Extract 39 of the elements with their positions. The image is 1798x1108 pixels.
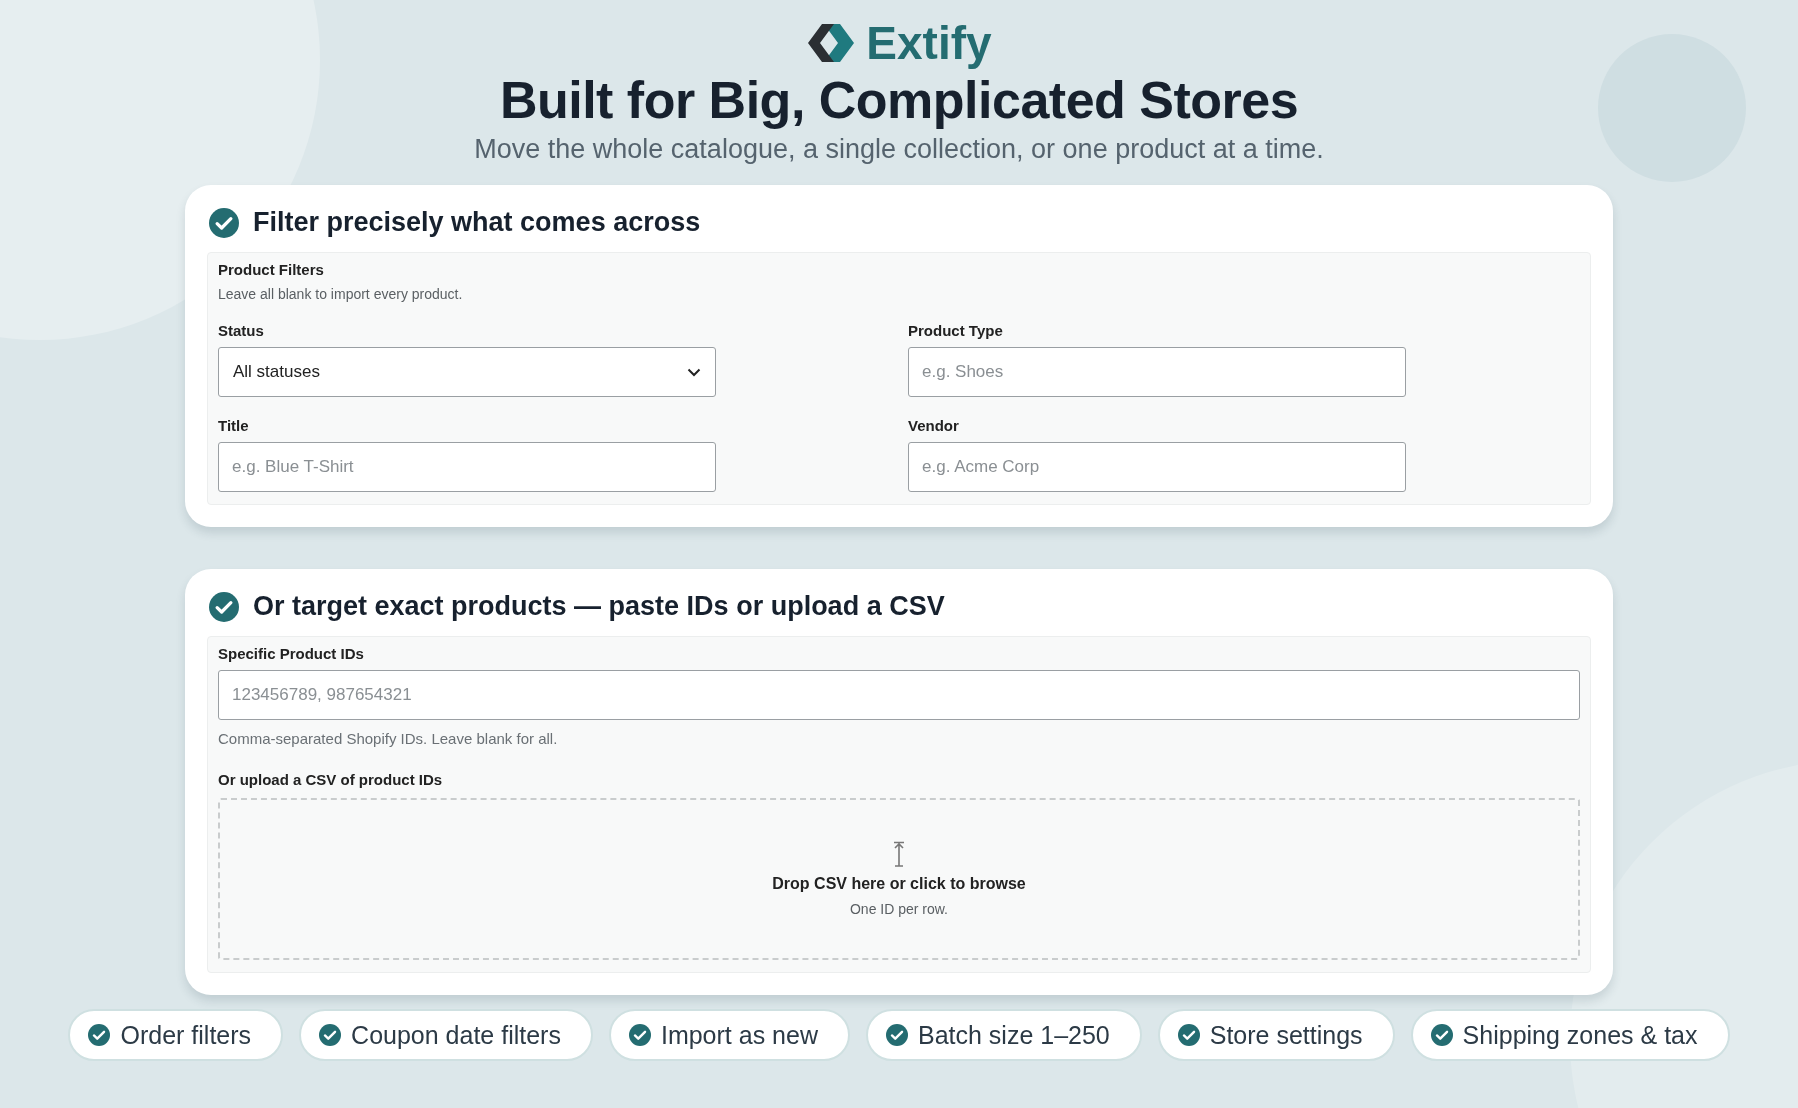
upload-icon bbox=[891, 841, 907, 867]
card-title: Or target exact products — paste IDs or upload a CSV bbox=[253, 591, 945, 622]
input-field[interactable]: e.g. Shoes bbox=[908, 347, 1406, 397]
check-icon bbox=[1177, 1024, 1200, 1046]
feature-label: Order filters bbox=[120, 1020, 252, 1050]
drop-hint: One ID per row. bbox=[849, 901, 948, 917]
panel-title: Product Filters bbox=[218, 261, 325, 278]
field-hint: Comma-separated Shopify IDs. Leave blank for all. bbox=[218, 730, 559, 747]
headline: Built for Big, Complicated Stores bbox=[499, 70, 1299, 130]
check-icon bbox=[88, 1024, 111, 1046]
csv-drop-zone[interactable]: Drop CSV here or click to browse One ID per row. bbox=[218, 798, 1580, 960]
feature-label: Coupon date filters bbox=[351, 1020, 561, 1050]
check-icon bbox=[885, 1024, 908, 1046]
field-label: Specific Product IDs bbox=[218, 645, 365, 662]
field-label: Vendor bbox=[908, 417, 960, 434]
status-select[interactable]: All statuses bbox=[218, 347, 716, 397]
subheadline: Move the whole catalogue, a single collection, or one product at a time. bbox=[474, 134, 1324, 165]
brand-name: Extify bbox=[866, 16, 992, 70]
input-field[interactable]: 123456789, 987654321 bbox=[218, 670, 1580, 720]
logo-icon bbox=[806, 22, 857, 64]
check-icon bbox=[209, 207, 239, 238]
feature-label: Store settings bbox=[1209, 1020, 1363, 1050]
check-icon bbox=[628, 1024, 651, 1046]
feature-label: Import as new bbox=[660, 1020, 818, 1050]
chevron-down-icon bbox=[687, 367, 701, 377]
field-label: Product Type bbox=[908, 322, 1004, 339]
check-icon bbox=[209, 591, 239, 622]
input-field[interactable]: e.g. Acme Corp bbox=[908, 442, 1406, 492]
field-label: Or upload a CSV of product IDs bbox=[218, 771, 444, 788]
panel-hint: Leave all blank to import every product. bbox=[218, 286, 464, 302]
check-icon bbox=[319, 1024, 342, 1046]
feature-label: Batch size 1–250 bbox=[917, 1020, 1110, 1050]
check-icon bbox=[1430, 1024, 1453, 1046]
input-field[interactable]: e.g. Blue T-Shirt bbox=[218, 442, 716, 492]
feature-label: Shipping zones & tax bbox=[1462, 1020, 1698, 1050]
card-title: Filter precisely what comes across bbox=[253, 207, 701, 238]
field-label: Title bbox=[218, 417, 250, 434]
drop-title: Drop CSV here or click to browse bbox=[772, 875, 1026, 893]
field-label: Status bbox=[218, 322, 265, 339]
